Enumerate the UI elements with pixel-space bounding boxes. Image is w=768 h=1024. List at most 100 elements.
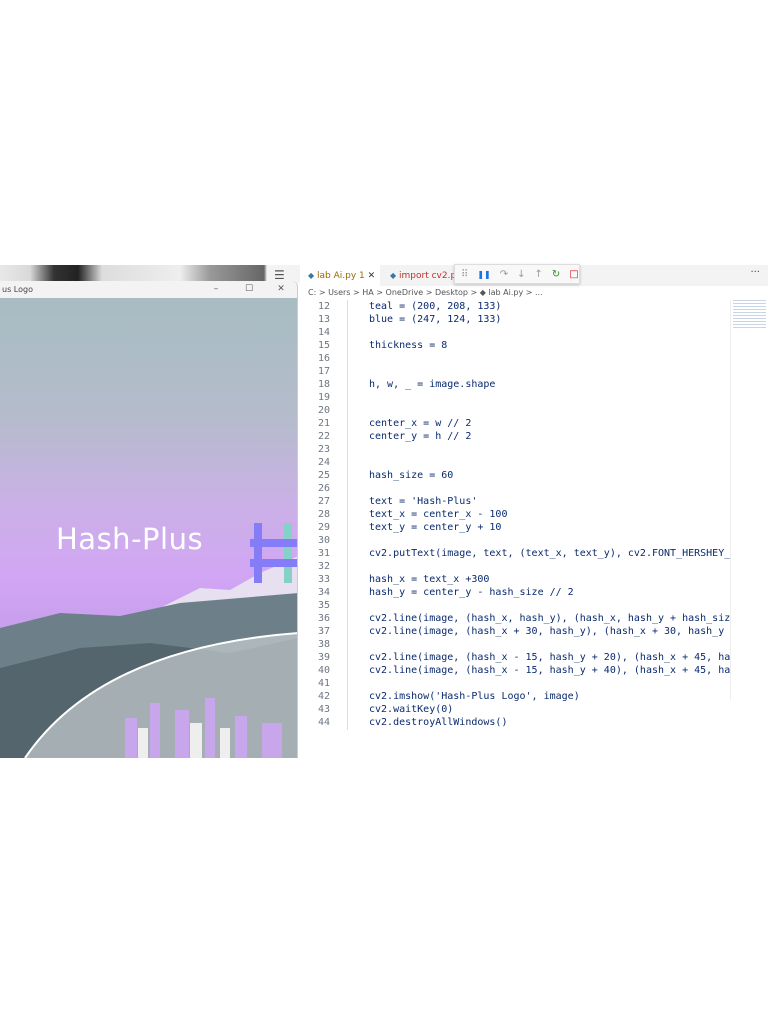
code-text: cv2.line(image, (hash_x - 15, hash_y + 4… <box>369 665 730 676</box>
line-number: 18 <box>317 379 330 390</box>
line-number: 34 <box>317 587 330 598</box>
code-line: 26 <box>300 482 730 495</box>
opencv-window: us Logo – ☐ ✕ Hash-Plus <box>0 281 298 758</box>
code-line: 41 <box>300 677 730 690</box>
line-number: 16 <box>317 353 330 364</box>
line-number: 14 <box>317 327 330 338</box>
window-title: us Logo <box>2 285 33 294</box>
code-text: cv2.line(image, (hash_x - 15, hash_y + 2… <box>369 652 730 663</box>
code-area[interactable]: 12 teal = (200, 208, 133) 13 blue = (247, 1… <box>300 300 730 758</box>
line-number: 27 <box>317 496 330 507</box>
minimap[interactable] <box>730 300 768 700</box>
code-line: 12 teal = (200, 208, 133) <box>300 300 730 313</box>
pause-icon[interactable]: ❚❚ <box>477 270 490 279</box>
line-number: 13 <box>317 314 330 325</box>
code-line: 22 center_y = h // 2 <box>300 430 730 443</box>
code-text: center_x = w // 2 <box>369 418 472 429</box>
code-line: 20 <box>300 404 730 417</box>
code-text: teal = (200, 208, 133) <box>369 301 502 312</box>
line-number: 19 <box>317 392 330 403</box>
line-number: 29 <box>317 522 330 533</box>
line-number: 26 <box>317 483 330 494</box>
code-line: 14 <box>300 326 730 339</box>
line-number: 42 <box>317 691 330 702</box>
code-text: cv2.imshow('Hash-Plus Logo', image) <box>369 691 580 702</box>
code-line: 31 cv2.putText(image, text, (text_x, text… <box>300 547 730 560</box>
code-text: hash_y = center_y - hash_size // 2 <box>369 587 574 598</box>
logo-text: Hash-Plus <box>56 522 204 556</box>
code-text: text_x = center_x - 100 <box>369 509 508 520</box>
code-text: blue = (247, 124, 133) <box>369 314 502 325</box>
code-line: 33 hash_x = text_x +300 <box>300 573 730 586</box>
code-line: 39 cv2.line(image, (hash_x - 15, hash_y +… <box>300 651 730 664</box>
step-over-icon[interactable]: ↷ <box>500 269 508 280</box>
code-editor: ◆ lab Ai.py 1 ✕ ◆ import cv2.py ⠿ ❚❚ ↷ ↓… <box>300 264 768 758</box>
line-number: 24 <box>317 457 330 468</box>
line-number: 44 <box>317 717 330 728</box>
line-number: 32 <box>317 561 330 572</box>
line-number: 38 <box>317 639 330 650</box>
code-line: 43 cv2.waitKey(0) <box>300 703 730 716</box>
line-number: 25 <box>317 470 330 481</box>
drag-handle-icon[interactable]: ⠿ <box>461 269 468 280</box>
code-line: 36 cv2.line(image, (hash_x, hash_y), (has… <box>300 612 730 625</box>
line-number: 31 <box>317 548 330 559</box>
menu-icon[interactable]: ☰ <box>274 268 285 282</box>
code-text: text = 'Hash-Plus' <box>369 496 478 507</box>
line-number: 22 <box>317 431 330 442</box>
image-canvas: Hash-Plus <box>0 298 297 758</box>
code-text: text_y = center_y + 10 <box>369 522 502 533</box>
code-line: 30 <box>300 534 730 547</box>
line-number: 36 <box>317 613 330 624</box>
code-line: 19 <box>300 391 730 404</box>
code-line: 21 center_x = w // 2 <box>300 417 730 430</box>
code-line: 15 thickness = 8 <box>300 339 730 352</box>
python-icon: ◆ <box>390 271 397 280</box>
code-line: 34 hash_y = center_y - hash_size // 2 <box>300 586 730 599</box>
code-line: 42 cv2.imshow('Hash-Plus Logo', image) <box>300 690 730 703</box>
code-text: hash_size = 60 <box>369 470 454 481</box>
more-actions-icon[interactable]: ··· <box>750 267 760 278</box>
tab-import-cv2[interactable]: ◆ import cv2.py <box>382 265 462 286</box>
code-text: cv2.putText(image, text, (text_x, text_y… <box>369 548 730 559</box>
tab-lab-ai[interactable]: ◆ lab Ai.py 1 ✕ <box>300 265 380 286</box>
code-line: 37 cv2.line(image, (hash_x + 30, hash_y),… <box>300 625 730 638</box>
line-number: 21 <box>317 418 330 429</box>
maximize-button[interactable]: ☐ <box>241 281 257 298</box>
line-number: 35 <box>317 600 330 611</box>
code-line: 40 cv2.line(image, (hash_x - 15, hash_y +… <box>300 664 730 677</box>
line-number: 40 <box>317 665 330 676</box>
minimize-button[interactable]: – <box>208 281 224 298</box>
close-tab-icon[interactable]: ✕ <box>368 271 376 281</box>
line-number: 37 <box>317 626 330 637</box>
line-number: 43 <box>317 704 330 715</box>
code-text: cv2.line(image, (hash_x, hash_y), (hash_… <box>369 613 730 624</box>
step-into-icon[interactable]: ↓ <box>517 269 525 280</box>
step-out-icon[interactable]: ↑ <box>535 269 543 280</box>
code-text: cv2.line(image, (hash_x + 30, hash_y), (… <box>369 626 730 637</box>
code-line: 28 text_x = center_x - 100 <box>300 508 730 521</box>
line-number: 17 <box>317 366 330 377</box>
code-line: 32 <box>300 560 730 573</box>
breadcrumb[interactable]: C: > Users > HA > OneDrive > Desktop > ◆… <box>300 286 768 300</box>
code-line: 44 cv2.destroyAllWindows() <box>300 716 730 729</box>
stop-icon[interactable]: □ <box>569 269 578 280</box>
code-line: 18 h, w, _ = image.shape <box>300 378 730 391</box>
code-text: cv2.waitKey(0) <box>369 704 454 715</box>
line-number: 33 <box>317 574 330 585</box>
line-number: 39 <box>317 652 330 663</box>
close-button[interactable]: ✕ <box>273 281 289 298</box>
code-line: 38 <box>300 638 730 651</box>
restart-icon[interactable]: ↻ <box>552 269 560 280</box>
python-icon: ◆ <box>308 271 315 280</box>
code-text: thickness = 8 <box>369 340 448 351</box>
line-number: 30 <box>317 535 330 546</box>
code-line: 27 text = 'Hash-Plus' <box>300 495 730 508</box>
code-line: 25 hash_size = 60 <box>300 469 730 482</box>
debug-toolbar: ⠿ ❚❚ ↷ ↓ ↑ ↻ □ <box>454 264 580 284</box>
code-line: 24 <box>300 456 730 469</box>
line-number: 20 <box>317 405 330 416</box>
code-line: 29 text_y = center_y + 10 <box>300 521 730 534</box>
code-text: h, w, _ = image.shape <box>369 379 496 390</box>
code-line: 17 <box>300 365 730 378</box>
